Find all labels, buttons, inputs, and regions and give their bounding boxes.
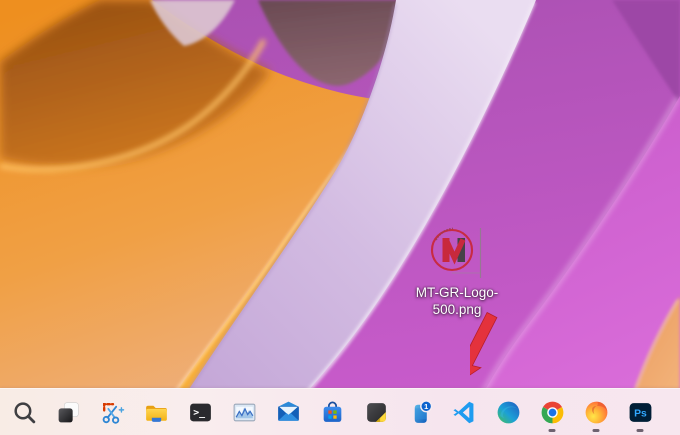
- terminal-icon: >_: [187, 399, 214, 426]
- task-view-icon: [55, 399, 82, 426]
- running-indicator: [592, 429, 600, 432]
- svg-text:1: 1: [424, 402, 429, 411]
- snipping-tool-icon: [99, 399, 126, 426]
- taskbar-item-edge[interactable]: [488, 390, 528, 434]
- taskbar-item-firefox[interactable]: [576, 390, 616, 434]
- file-explorer-icon: [143, 399, 170, 426]
- search-icon: [11, 399, 38, 426]
- taskbar-item-vscode[interactable]: [444, 390, 484, 434]
- desktop: MT-GR-Logo- 500.png >_ 1 Ps: [0, 0, 680, 435]
- chrome-icon: [539, 399, 566, 426]
- firefox-icon: [583, 399, 610, 426]
- phone-link-icon: 1: [407, 399, 434, 426]
- taskbar-item-search[interactable]: [4, 390, 44, 434]
- file-name-label: MT-GR-Logo- 500.png: [416, 284, 499, 318]
- file-name-line2: 500.png: [432, 302, 482, 317]
- taskbar-item-terminal[interactable]: >_: [180, 390, 220, 434]
- taskbar-item-task-view[interactable]: [48, 390, 88, 434]
- photoshop-icon: Ps: [627, 399, 654, 426]
- taskbar-item-file-explorer[interactable]: [136, 390, 176, 434]
- mail-icon: [275, 399, 302, 426]
- desktop-file-mt-gr-logo[interactable]: MT-GR-Logo- 500.png: [397, 224, 517, 318]
- taskbar-item-sticky-notes[interactable]: [356, 390, 396, 434]
- running-indicator: [548, 429, 556, 432]
- file-name-line1: MT-GR-Logo-: [415, 285, 499, 300]
- running-indicator: [636, 429, 644, 432]
- microsoft-store-icon: [319, 399, 346, 426]
- taskbar-item-task-manager[interactable]: [224, 390, 264, 434]
- wallpaper: [0, 0, 680, 435]
- sticky-notes-icon: [363, 399, 390, 426]
- taskbar-item-chrome[interactable]: [532, 390, 572, 434]
- svg-text:Ps: Ps: [634, 408, 647, 419]
- taskbar-item-photoshop[interactable]: Ps: [620, 390, 660, 434]
- vscode-icon: [451, 399, 478, 426]
- edge-icon: [495, 399, 522, 426]
- taskbar-item-snipping-tool[interactable]: [92, 390, 132, 434]
- taskbar-item-mail[interactable]: [268, 390, 308, 434]
- taskbar-item-microsoft-store[interactable]: [312, 390, 352, 434]
- task-manager-icon: [231, 399, 258, 426]
- file-thumbnail-logo: [430, 227, 482, 278]
- taskbar-item-phone-link[interactable]: 1: [400, 390, 440, 434]
- taskbar: >_ 1 Ps: [0, 388, 680, 435]
- svg-text:>_: >_: [193, 407, 205, 418]
